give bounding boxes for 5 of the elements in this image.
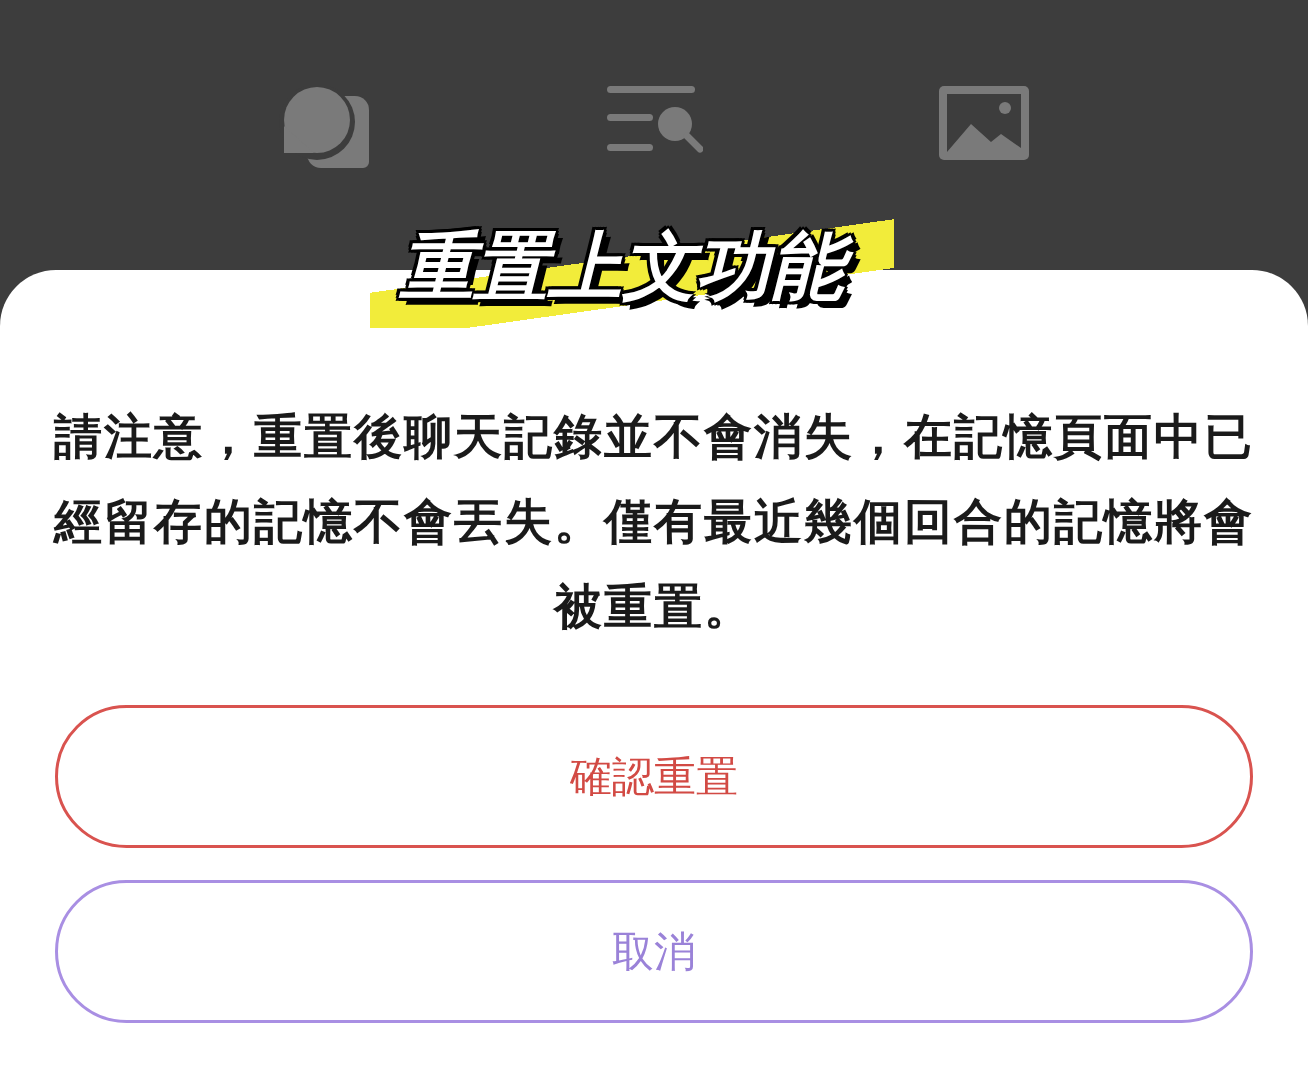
list-search-icon[interactable] [607,86,703,154]
confirm-reset-button[interactable]: 確認重置 [55,705,1253,848]
cancel-button[interactable]: 取消 [55,880,1253,1023]
image-icon[interactable] [939,86,1029,160]
dialog-message: 請注意，重置後聊天記錄並不會消失，在記憶頁面中已經留存的記憶不會丟失。僅有最近幾個回合的記憶將會被重置。 [52,407,1255,636]
